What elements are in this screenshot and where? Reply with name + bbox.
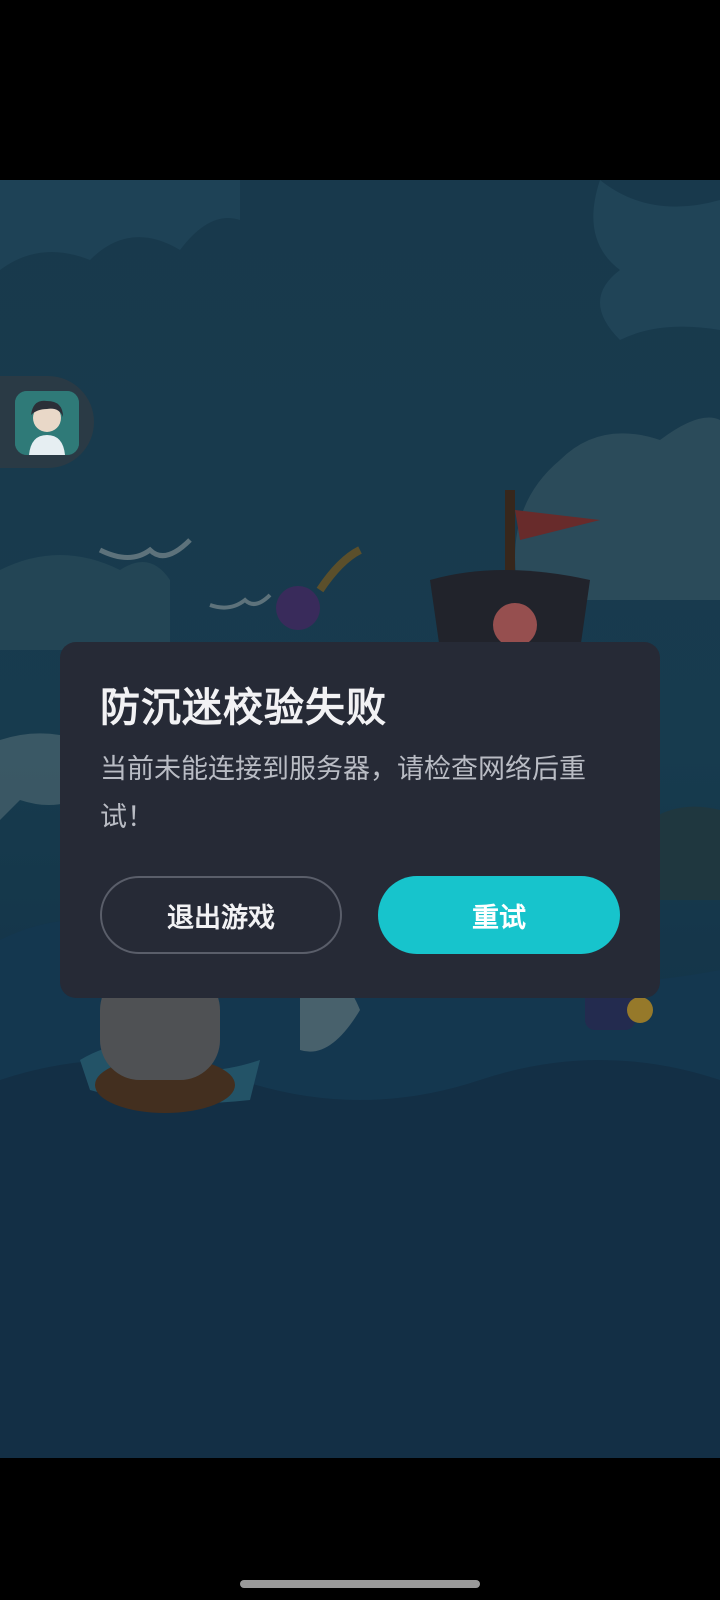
dialog-title: 防沉迷校验失败 bbox=[100, 685, 387, 731]
avatar-icon bbox=[15, 391, 79, 455]
home-indicator[interactable] bbox=[240, 1580, 480, 1588]
app-screen: 防沉迷校验失败 当前未能连接到服务器，请检查网络后重试！ 退出游戏 重试 bbox=[0, 0, 720, 1600]
retry-button[interactable]: 重试 bbox=[378, 876, 620, 954]
player-avatar[interactable] bbox=[15, 391, 79, 455]
anti-addiction-error-dialog: 防沉迷校验失败 当前未能连接到服务器，请检查网络后重试！ 退出游戏 重试 bbox=[60, 642, 660, 998]
exit-game-button[interactable]: 退出游戏 bbox=[100, 876, 342, 954]
dialog-message: 当前未能连接到服务器，请检查网络后重试！ bbox=[100, 754, 586, 833]
